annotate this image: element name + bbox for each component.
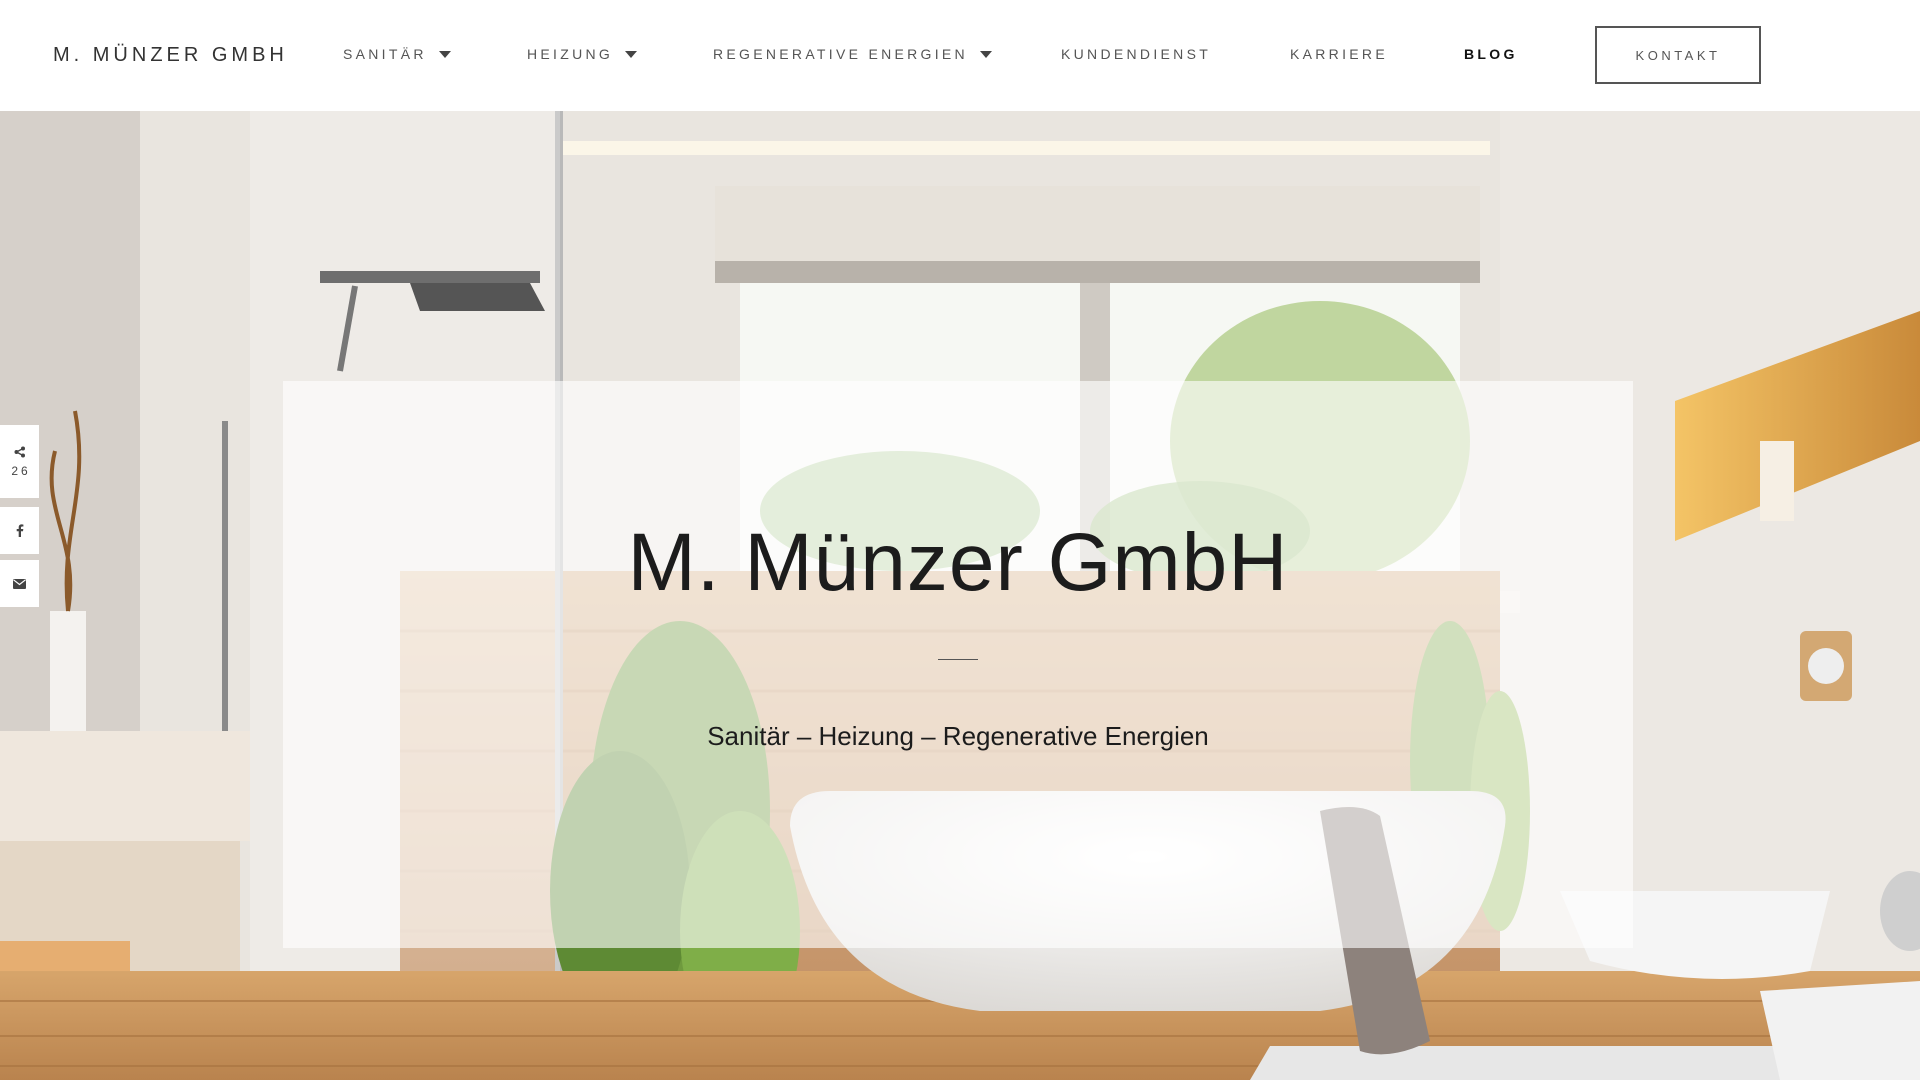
nav-item-sanitaer[interactable]: SANITÄR bbox=[343, 46, 451, 62]
nav-item-heizung[interactable]: HEIZUNG bbox=[527, 46, 638, 62]
nav-item-label: KARRIERE bbox=[1290, 46, 1388, 62]
share-button[interactable]: 26 bbox=[0, 425, 39, 498]
nav-item-label: KUNDENDIENST bbox=[1061, 46, 1212, 62]
nav-item-label: REGENERATIVE ENERGIEN bbox=[713, 46, 968, 62]
site-logo[interactable]: M. MÜNZER GMBH bbox=[53, 44, 288, 67]
nav-item-kundendienst[interactable]: KUNDENDIENST bbox=[1061, 46, 1211, 62]
email-share-button[interactable] bbox=[0, 560, 39, 607]
site-header: M. MÜNZER GMBH SANITÄR HEIZUNG REGENERAT… bbox=[0, 0, 1920, 111]
hero-subtitle: Sanitär – Heizung – Regenerative Energie… bbox=[707, 721, 1209, 751]
hero-card: M. Münzer GmbH Sanitär – Heizung – Regen… bbox=[283, 381, 1633, 948]
hero-divider bbox=[938, 659, 978, 660]
nav-item-blog[interactable]: BLOG bbox=[1464, 46, 1518, 62]
share-icon bbox=[14, 446, 25, 457]
nav-item-label: BLOG bbox=[1464, 46, 1518, 62]
nav-item-label: SANITÄR bbox=[343, 46, 427, 62]
share-count: 26 bbox=[11, 463, 31, 478]
caret-down-icon bbox=[438, 50, 451, 58]
nav-item-label: HEIZUNG bbox=[527, 46, 614, 62]
nav-item-karriere[interactable]: KARRIERE bbox=[1290, 46, 1388, 62]
hero-title: M. Münzer GmbH bbox=[627, 517, 1289, 608]
nav-item-regenerative-energien[interactable]: REGENERATIVE ENERGIEN bbox=[713, 46, 992, 62]
contact-button[interactable]: KONTAKT bbox=[1595, 26, 1761, 84]
caret-down-icon bbox=[979, 50, 992, 58]
hero-section: M. Münzer GmbH Sanitär – Heizung – Regen… bbox=[0, 111, 1920, 1080]
email-icon bbox=[13, 578, 26, 589]
facebook-share-button[interactable] bbox=[0, 507, 39, 554]
caret-down-icon bbox=[625, 50, 638, 58]
facebook-icon bbox=[16, 524, 23, 537]
